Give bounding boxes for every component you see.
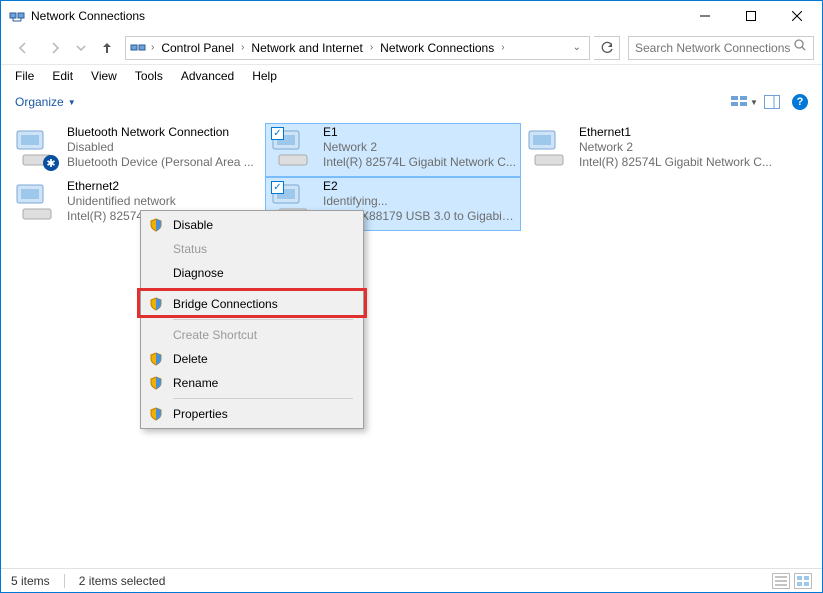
context-label: Diagnose bbox=[173, 266, 224, 280]
adapter-icon bbox=[525, 125, 573, 173]
details-view-button[interactable] bbox=[772, 573, 790, 589]
titlebar: Network Connections bbox=[1, 1, 822, 31]
statusbar: 5 items 2 items selected bbox=[1, 568, 822, 592]
context-label: Properties bbox=[173, 407, 228, 421]
blank-icon bbox=[147, 326, 165, 344]
menu-tools[interactable]: Tools bbox=[127, 67, 171, 85]
svg-text:✱: ✱ bbox=[46, 158, 55, 170]
chevron-down-icon: ▼ bbox=[68, 98, 76, 107]
blank-icon bbox=[147, 240, 165, 258]
blank-icon bbox=[147, 264, 165, 282]
breadcrumb[interactable]: Control Panel bbox=[159, 41, 236, 55]
shield-icon bbox=[147, 295, 165, 313]
shield-icon bbox=[147, 405, 165, 423]
breadcrumb[interactable]: Network Connections bbox=[378, 41, 496, 55]
adapter-status: Disabled bbox=[67, 140, 254, 155]
adapter-status: Network 2 bbox=[323, 140, 516, 155]
menu-view[interactable]: View bbox=[83, 67, 125, 85]
view-options-button[interactable]: ▼ bbox=[730, 90, 758, 114]
context-label: Rename bbox=[173, 376, 218, 390]
context-label: Create Shortcut bbox=[173, 328, 257, 342]
forward-button[interactable] bbox=[41, 34, 69, 62]
adapter-status: Network 2 bbox=[579, 140, 772, 155]
address-bar[interactable]: › Control Panel › Network and Internet ›… bbox=[125, 36, 590, 60]
menu-help[interactable]: Help bbox=[244, 67, 285, 85]
back-button[interactable] bbox=[9, 34, 37, 62]
separator bbox=[64, 574, 65, 588]
chevron-right-icon[interactable]: › bbox=[367, 42, 376, 53]
help-button[interactable]: ? bbox=[786, 90, 814, 114]
adapter-device: Bluetooth Device (Personal Area ... bbox=[67, 155, 254, 170]
chevron-right-icon[interactable]: › bbox=[498, 42, 507, 53]
adapter-name: E2 bbox=[323, 179, 517, 194]
recent-locations-button[interactable] bbox=[73, 34, 89, 62]
menubar: File Edit View Tools Advanced Help bbox=[1, 65, 822, 87]
context-create-shortcut: Create Shortcut bbox=[143, 323, 361, 347]
adapter-status: Identifying... bbox=[323, 194, 517, 209]
separator bbox=[173, 398, 353, 399]
separator bbox=[173, 319, 353, 320]
chevron-right-icon[interactable]: › bbox=[148, 42, 157, 53]
adapter-icon bbox=[13, 179, 61, 227]
menu-edit[interactable]: Edit bbox=[44, 67, 81, 85]
window-title: Network Connections bbox=[31, 9, 682, 23]
context-bridge-connections[interactable]: Bridge Connections bbox=[143, 292, 361, 316]
maximize-button[interactable] bbox=[728, 1, 774, 31]
adapter-name: Ethernet1 bbox=[579, 125, 772, 140]
context-status: Status bbox=[143, 237, 361, 261]
context-label: Status bbox=[173, 242, 207, 256]
adapter-name: Bluetooth Network Connection bbox=[67, 125, 254, 140]
address-dropdown-icon[interactable]: ⌄ bbox=[569, 42, 585, 53]
menu-file[interactable]: File bbox=[7, 67, 42, 85]
network-connections-icon bbox=[9, 8, 25, 24]
status-item-count: 5 items bbox=[11, 574, 50, 588]
refresh-button[interactable] bbox=[594, 36, 620, 60]
adapter-status: Unidentified network bbox=[67, 194, 260, 209]
context-disable[interactable]: Disable bbox=[143, 213, 361, 237]
search-icon[interactable] bbox=[793, 38, 807, 57]
context-properties[interactable]: Properties bbox=[143, 402, 361, 426]
close-button[interactable] bbox=[774, 1, 820, 31]
breadcrumb[interactable]: Network and Internet bbox=[249, 41, 364, 55]
separator bbox=[173, 288, 353, 289]
adapter-item-bluetooth[interactable]: ✱ Bluetooth Network Connection Disabled … bbox=[9, 123, 265, 177]
toolbar: Organize ▼ ▼ ? bbox=[1, 87, 822, 117]
organize-button[interactable]: Organize ▼ bbox=[9, 93, 82, 111]
adapter-icon: ✱ bbox=[13, 125, 61, 173]
adapter-name: E1 bbox=[323, 125, 516, 140]
organize-label: Organize bbox=[15, 95, 64, 109]
context-delete[interactable]: Delete bbox=[143, 347, 361, 371]
shield-icon bbox=[147, 216, 165, 234]
checked-icon: ✓ bbox=[271, 181, 284, 194]
context-rename[interactable]: Rename bbox=[143, 371, 361, 395]
adapter-icon: ✓ bbox=[269, 125, 317, 173]
context-label: Delete bbox=[173, 352, 208, 366]
preview-pane-button[interactable] bbox=[758, 90, 786, 114]
status-selected-count: 2 items selected bbox=[79, 574, 166, 588]
up-button[interactable] bbox=[93, 34, 121, 62]
adapter-device: Intel(R) 82574L Gigabit Network C... bbox=[323, 155, 516, 170]
search-box[interactable] bbox=[628, 36, 814, 60]
navbar: › Control Panel › Network and Internet ›… bbox=[1, 31, 822, 65]
adapter-device: Intel(R) 82574L Gigabit Network C... bbox=[579, 155, 772, 170]
context-menu: Disable Status Diagnose Bridge Connectio… bbox=[140, 210, 364, 429]
context-diagnose[interactable]: Diagnose bbox=[143, 261, 361, 285]
adapter-name: Ethernet2 bbox=[67, 179, 260, 194]
search-input[interactable] bbox=[635, 41, 793, 55]
shield-icon bbox=[147, 374, 165, 392]
checked-icon: ✓ bbox=[271, 127, 284, 140]
content-area: ✱ Bluetooth Network Connection Disabled … bbox=[1, 117, 822, 237]
shield-icon bbox=[147, 350, 165, 368]
menu-advanced[interactable]: Advanced bbox=[173, 67, 242, 85]
network-connections-icon bbox=[130, 40, 146, 56]
adapter-item-e1[interactable]: ✓ E1 Network 2 Intel(R) 82574L Gigabit N… bbox=[265, 123, 521, 177]
context-label: Disable bbox=[173, 218, 213, 232]
context-label: Bridge Connections bbox=[173, 297, 278, 311]
chevron-right-icon[interactable]: › bbox=[238, 42, 247, 53]
adapter-item-ethernet1[interactable]: Ethernet1 Network 2 Intel(R) 82574L Giga… bbox=[521, 123, 777, 177]
large-icons-view-button[interactable] bbox=[794, 573, 812, 589]
minimize-button[interactable] bbox=[682, 1, 728, 31]
